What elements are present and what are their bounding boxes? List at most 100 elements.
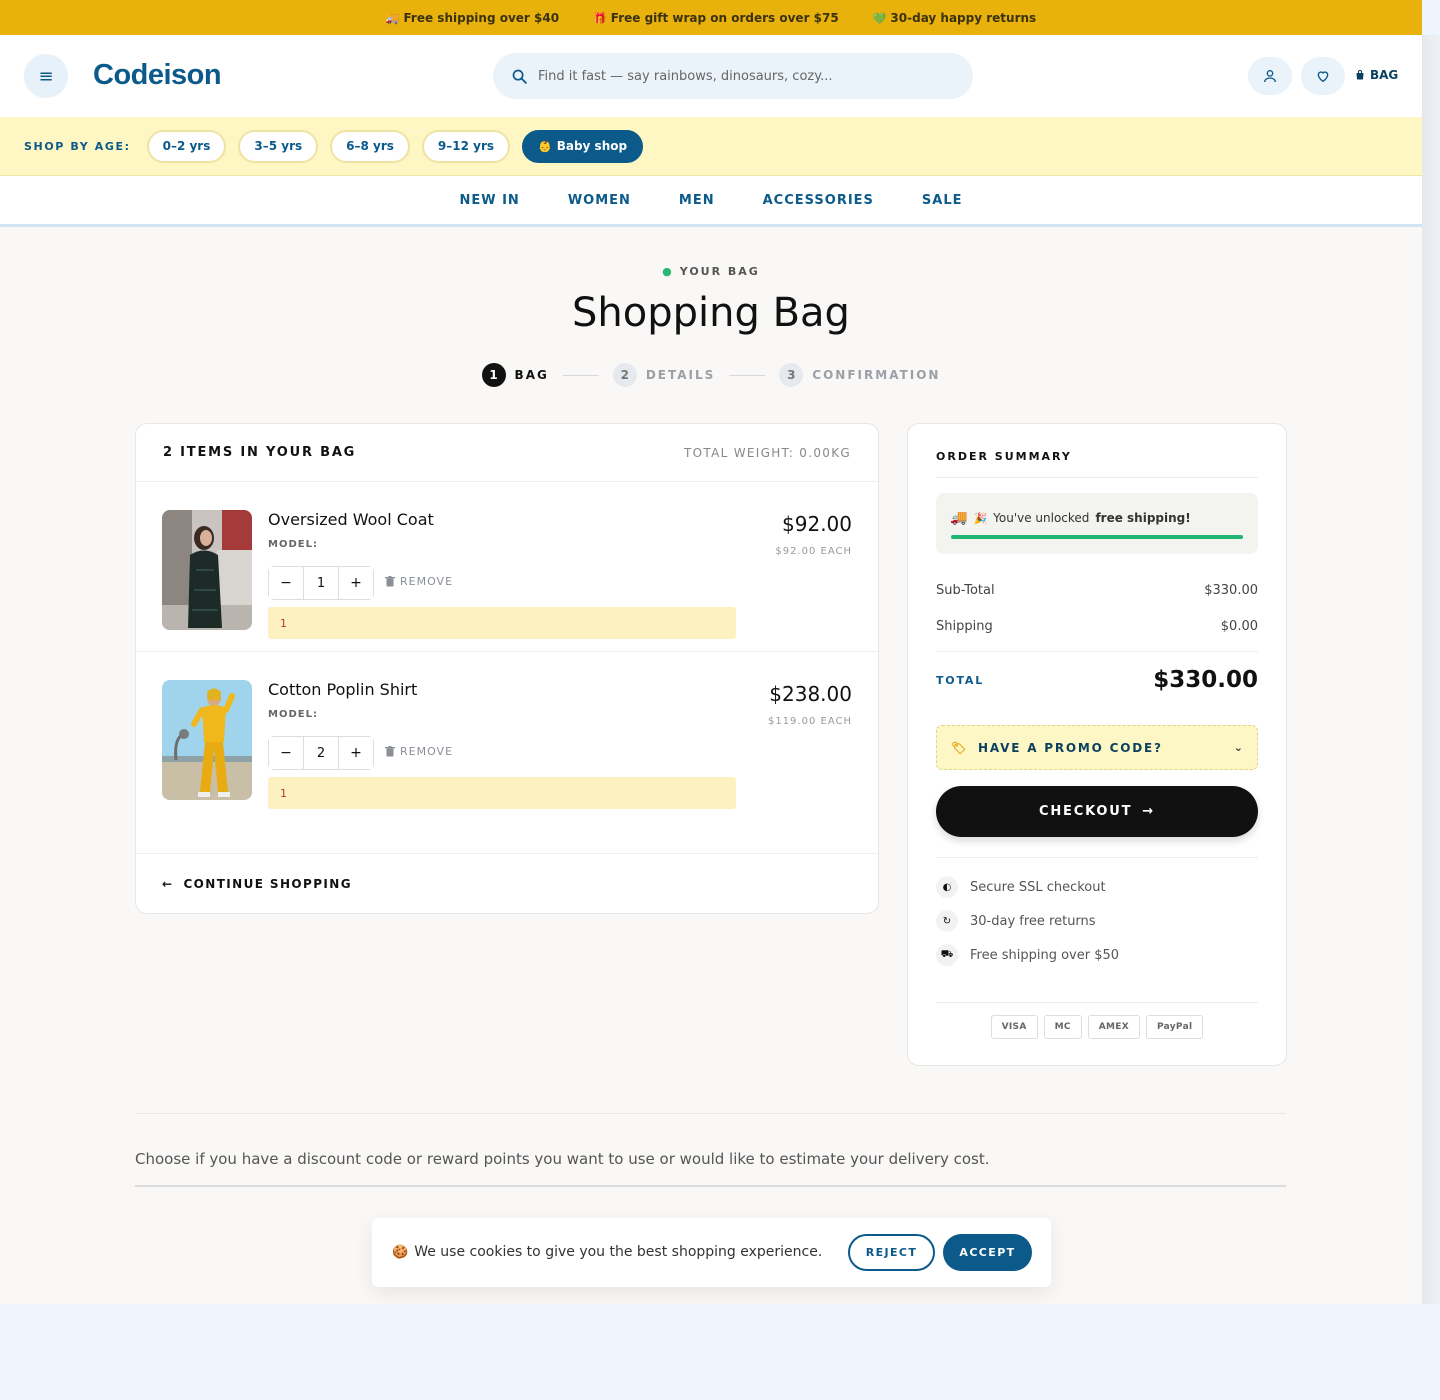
decrease-qty-button[interactable]: − — [269, 567, 303, 599]
arrow-left-icon: ← — [162, 877, 174, 891]
shipping-progress-bar — [951, 535, 1243, 539]
shirt-photo — [162, 680, 252, 800]
green-bag-icon: ● — [662, 265, 674, 278]
trust-item-shipping: ⛟ Free shipping over $50 — [936, 944, 1119, 966]
payment-amex: AMEX — [1087, 1015, 1140, 1039]
nav-accessories[interactable]: ACCESSORIES — [763, 193, 874, 208]
cookie-banner: 🍪 We use cookies to give you the best sh… — [372, 1218, 1051, 1287]
step-bag: 1 BAG — [481, 363, 549, 387]
divider — [936, 651, 1258, 652]
product-image[interactable] — [162, 680, 252, 800]
baby-shop-pill[interactable]: 👶 Baby shop — [522, 129, 644, 163]
product-model: MODEL: — [268, 709, 318, 720]
bag-link[interactable]: BAG — [1354, 68, 1398, 82]
product-name[interactable]: Oversized Wool Coat — [268, 510, 434, 529]
site-header: ≡ Codeison BAG — [0, 35, 1422, 117]
heart-icon: 💚 — [872, 11, 887, 25]
summary-title: ORDER SUMMARY — [936, 450, 1072, 463]
remove-item-button[interactable]: REMOVE — [385, 745, 453, 758]
nav-new-in[interactable]: NEW IN — [459, 193, 519, 208]
gift-icon: 🎁 — [593, 11, 607, 25]
payment-methods: VISA MC AMEX PayPal — [908, 1015, 1286, 1039]
shipping-progress-fill — [951, 535, 1243, 539]
menu-button[interactable]: ≡ — [24, 54, 68, 98]
bag-label: BAG — [1370, 68, 1399, 82]
chevron-down-icon: ⌄ — [1233, 741, 1243, 754]
promo-label: HAVE A PROMO CODE? — [978, 740, 1163, 755]
age-pill-9-12[interactable]: 9–12 yrs — [421, 129, 511, 163]
free-shipping-banner: 🚚 🎉 You've unlocked free shipping! — [936, 493, 1258, 554]
nav-men[interactable]: MEN — [679, 193, 715, 208]
cart-total-weight: TOTAL WEIGHT: 0.00KG — [684, 445, 851, 460]
step-label: BAG — [514, 368, 549, 382]
age-pill-3-5[interactable]: 3–5 yrs — [238, 129, 319, 163]
increase-qty-button[interactable]: + — [339, 567, 373, 599]
shipping-label: Shipping — [936, 619, 993, 634]
step-number: 1 — [481, 363, 506, 387]
search-bar[interactable] — [493, 53, 973, 99]
page-eyebrow: ● YOUR BAG — [0, 265, 1422, 278]
page-edge-shadow — [1422, 35, 1440, 1304]
page: 🚚 Free shipping over $40 🎁 Free gift wrap … — [0, 0, 1422, 1304]
baby-shop-label: Baby shop — [556, 139, 628, 153]
promo-code-toggle[interactable]: 🏷 HAVE A PROMO CODE? ⌄ — [936, 725, 1258, 770]
hamburger-icon: ≡ — [38, 65, 54, 87]
cookie-icon: 🍪 — [392, 1244, 409, 1260]
shipping-row: Shipping $0.00 — [936, 619, 1258, 634]
quantity-value[interactable]: 2 — [303, 737, 339, 769]
reject-cookies-button[interactable]: REJECT — [848, 1234, 935, 1271]
remove-label: REMOVE — [400, 575, 454, 588]
quantity-stepper: − 1 + — [268, 566, 374, 600]
search-input[interactable] — [538, 68, 938, 84]
total-row: TOTAL $330.00 — [936, 667, 1258, 693]
remove-item-button[interactable]: REMOVE — [385, 575, 453, 588]
truck-icon: ⛟ — [936, 944, 958, 966]
user-icon — [1264, 70, 1276, 83]
product-model: MODEL: — [268, 539, 318, 550]
continue-shopping-link[interactable]: ← CONTINUE SHOPPING — [136, 853, 878, 914]
shipping-value: $0.00 — [1220, 619, 1258, 634]
checkout-steps: 1 BAG 2 DETAILS 3 CONFIRMATION — [0, 363, 1422, 387]
divider — [135, 1185, 1286, 1187]
step-details: 2 DETAILS — [612, 363, 715, 387]
payment-visa: VISA — [990, 1015, 1038, 1039]
trust-item-ssl: ◐ Secure SSL checkout — [936, 876, 1106, 898]
checkout-button[interactable]: CHECKOUT → — [936, 786, 1258, 837]
promo-bar: 🚚 Free shipping over $40 🎁 Free gift wrap … — [0, 0, 1422, 35]
trust-item-returns: ↻ 30-day free returns — [936, 910, 1096, 932]
divider — [135, 1113, 1286, 1114]
product-unit-price: $119.00 EACH — [767, 716, 852, 727]
item-note: 1 — [268, 607, 736, 639]
step-number: 3 — [779, 363, 804, 387]
tag-icon: 🏷 — [951, 740, 969, 755]
item-note: 1 — [268, 777, 736, 809]
age-pill-6-8[interactable]: 6–8 yrs — [330, 129, 410, 163]
decrease-qty-button[interactable]: − — [269, 737, 303, 769]
step-confirmation: 3 CONFIRMATION — [779, 363, 940, 387]
wishlist-button[interactable] — [1301, 57, 1345, 95]
subtotal-row: Sub-Total $330.00 — [936, 583, 1258, 598]
nav-women[interactable]: WOMEN — [568, 193, 631, 208]
accept-cookies-button[interactable]: ACCEPT — [943, 1234, 1032, 1271]
quantity-value[interactable]: 1 — [303, 567, 339, 599]
cart-item-count: 2 ITEMS IN YOUR BAG — [163, 445, 357, 460]
trash-icon — [385, 746, 395, 757]
cookie-text: We use cookies to give you the best shop… — [414, 1244, 823, 1260]
cart-item: Cotton Poplin Shirt MODEL: − 2 + REMOVE … — [136, 652, 878, 822]
promo-item-gift: 🎁 Free gift wrap on orders over $75 — [593, 11, 839, 25]
product-line-total: $92.00 — [782, 512, 852, 536]
age-pill-0-2[interactable]: 0–2 yrs — [146, 129, 227, 163]
site-logo[interactable]: Codeison — [93, 59, 222, 92]
product-line-total: $238.00 — [769, 682, 852, 706]
product-name[interactable]: Cotton Poplin Shirt — [268, 680, 417, 699]
subtotal-label: Sub-Total — [936, 583, 995, 598]
account-button[interactable] — [1248, 57, 1292, 95]
increase-qty-button[interactable]: + — [339, 737, 373, 769]
product-image[interactable] — [162, 510, 252, 630]
free-shipping-message: 🚚 🎉 You've unlocked free shipping! — [950, 510, 1191, 526]
shopping-bag-icon — [1356, 70, 1364, 80]
nav-sale[interactable]: SALE — [922, 193, 963, 208]
trash-icon — [385, 576, 395, 587]
shield-icon: ◐ — [936, 876, 958, 898]
step-label: CONFIRMATION — [812, 368, 941, 382]
